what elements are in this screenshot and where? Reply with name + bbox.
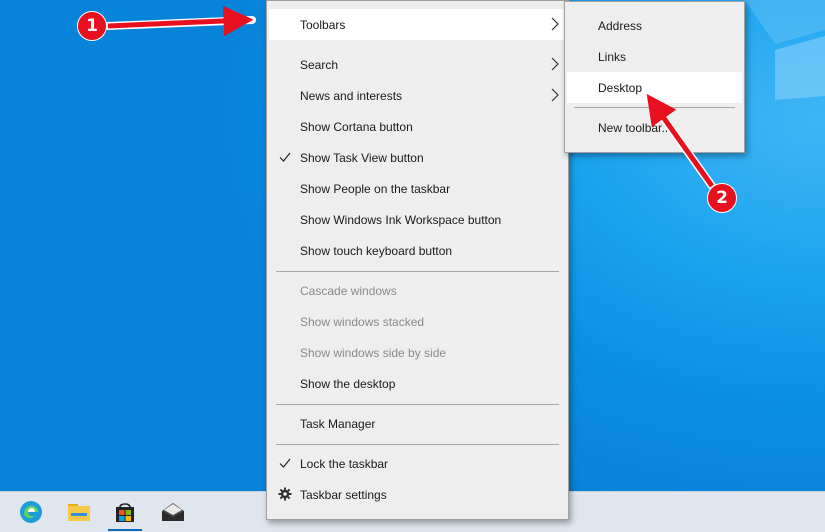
menu-item-label: Search (300, 58, 339, 72)
menu-item-show-the-desktop[interactable]: Show the desktop (269, 368, 566, 399)
edge-icon[interactable] (8, 492, 54, 532)
menu-item-show-windows-side-by-side: Show windows side by side (269, 337, 566, 368)
menu-item-taskbar-settings[interactable]: Taskbar settings (269, 479, 566, 510)
menu-separator (276, 404, 559, 405)
menu-item-label: Toolbars (300, 18, 346, 32)
menu-item-label: Taskbar settings (300, 488, 387, 502)
menu-item-search[interactable]: Search (269, 49, 566, 80)
menu-item-label: Links (598, 50, 627, 64)
menu-item-task-manager[interactable]: Task Manager (269, 408, 566, 439)
menu-item-label: Show the desktop (300, 377, 396, 391)
menu-item-show-windows-ink-workspace-button[interactable]: Show Windows Ink Workspace button (269, 204, 566, 235)
microsoft-store-icon[interactable] (102, 492, 148, 532)
menu-item-label: Show People on the taskbar (300, 182, 451, 196)
menu-item-label: News and interests (300, 89, 403, 103)
file-explorer-icon[interactable] (56, 492, 102, 532)
menu-item-label: Show windows side by side (300, 346, 447, 360)
menu-separator (276, 271, 559, 272)
menu-item-label: Lock the taskbar (300, 457, 389, 471)
menu-item-show-windows-stacked: Show windows stacked (269, 306, 566, 337)
menu-item-label: New toolbar... (598, 121, 672, 135)
submenu-item-desktop[interactable]: Desktop (567, 72, 742, 103)
taskbar-context-menu: Toolbars Search News and interests Show … (266, 0, 569, 520)
menu-item-label: Address (598, 19, 643, 33)
toolbars-submenu: Address Links Desktop New toolbar... (564, 1, 745, 153)
menu-item-label: Show Cortana button (300, 120, 413, 134)
submenu-item-address[interactable]: Address (567, 10, 742, 41)
step-badge-1: 1 (77, 11, 107, 41)
menu-separator (276, 444, 559, 445)
gear-icon (278, 487, 292, 501)
menu-item-label: Show Task View button (300, 151, 424, 165)
submenu-item-links[interactable]: Links (567, 41, 742, 72)
menu-item-cascade-windows: Cascade windows (269, 275, 566, 306)
submenu-item-new-toolbar[interactable]: New toolbar... (567, 112, 742, 143)
checkmark-icon (279, 152, 291, 162)
chevron-right-icon (551, 57, 559, 71)
checkmark-icon (279, 458, 291, 468)
menu-item-show-people-on-taskbar[interactable]: Show People on the taskbar (269, 173, 566, 204)
menu-item-lock-the-taskbar[interactable]: Lock the taskbar (269, 448, 566, 479)
menu-item-show-cortana-button[interactable]: Show Cortana button (269, 111, 566, 142)
menu-separator (574, 107, 735, 108)
menu-item-news-and-interests[interactable]: News and interests (269, 80, 566, 111)
menu-item-show-touch-keyboard-button[interactable]: Show touch keyboard button (269, 235, 566, 266)
chevron-right-icon (551, 88, 559, 102)
menu-item-label: Show windows stacked (300, 315, 425, 329)
menu-item-label: Desktop (598, 81, 643, 95)
menu-item-show-task-view-button[interactable]: Show Task View button (269, 142, 566, 173)
menu-item-label: Show Windows Ink Workspace button (300, 213, 502, 227)
menu-item-label: Show touch keyboard button (300, 244, 453, 258)
menu-item-label: Task Manager (300, 417, 376, 431)
menu-item-toolbars[interactable]: Toolbars (269, 9, 566, 40)
chevron-right-icon (551, 17, 559, 31)
mail-icon[interactable] (150, 492, 196, 532)
step-badge-2: 2 (707, 183, 737, 213)
menu-item-label: Cascade windows (300, 284, 397, 298)
